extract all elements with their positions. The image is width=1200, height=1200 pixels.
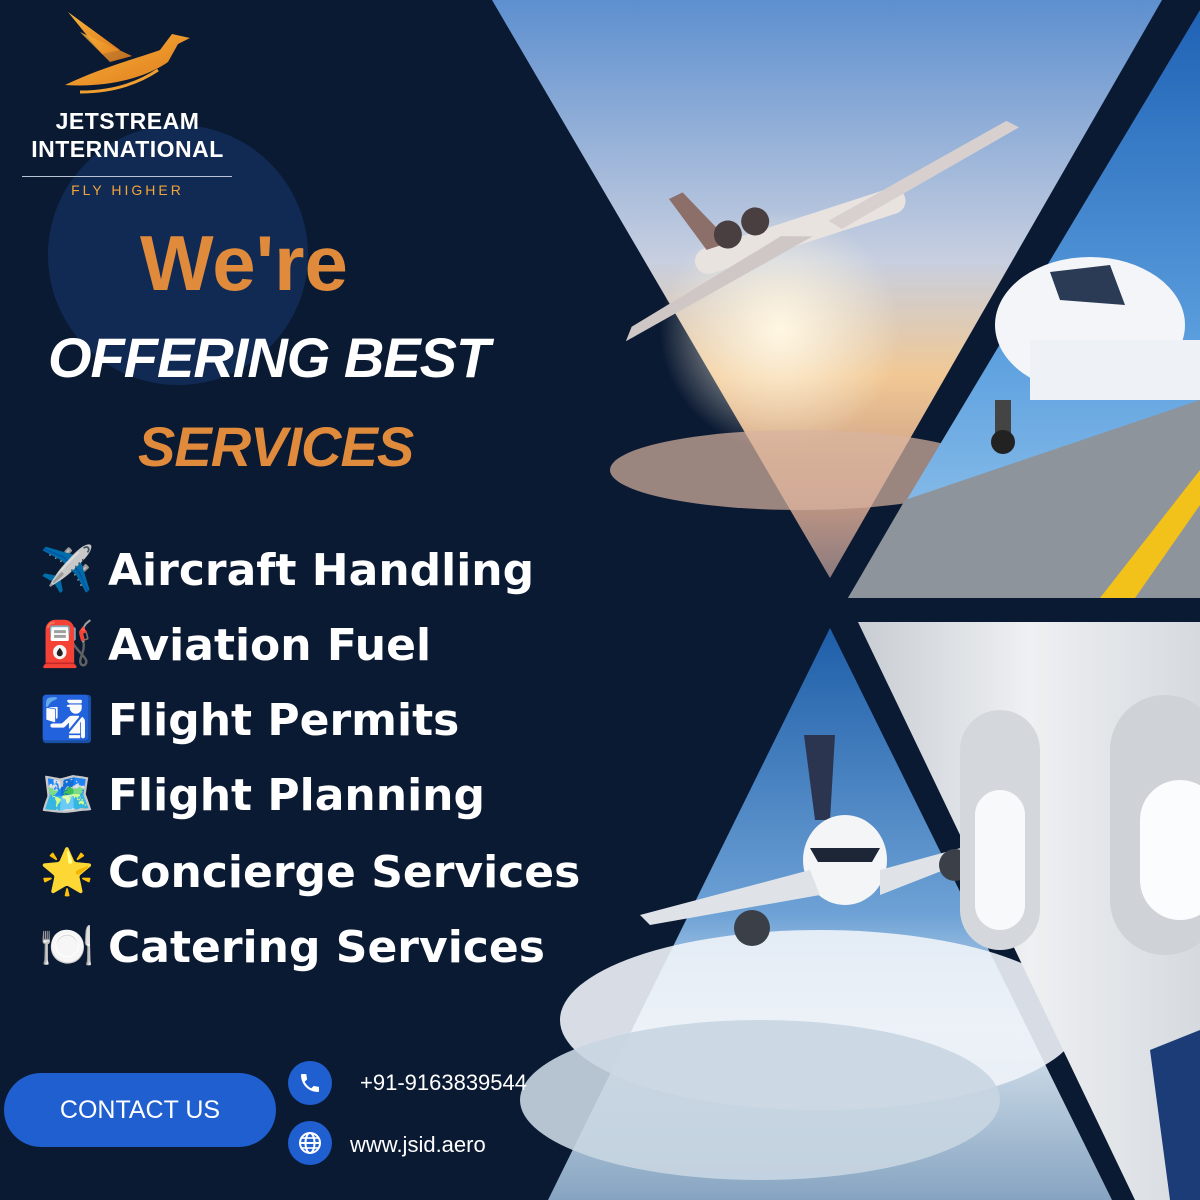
world-map-icon: 🗺️ [39, 769, 95, 820]
service-label: Concierge Services [108, 846, 581, 898]
service-item-aircraft-handling: ✈️ Aircraft Handling [38, 540, 535, 600]
service-item-flight-permits: 🛂 Flight Permits [38, 690, 460, 750]
globe-icon[interactable] [288, 1121, 332, 1165]
passport-control-icon: 🛂 [39, 694, 95, 745]
contact-us-button[interactable]: CONTACT US [4, 1073, 276, 1147]
brand-divider [22, 176, 232, 177]
service-label: Flight Planning [108, 769, 485, 821]
headline-line-3: SERVICES [138, 415, 414, 478]
service-item-flight-planning: 🗺️ Flight Planning [38, 765, 485, 825]
website-link[interactable]: www.jsid.aero [350, 1132, 486, 1158]
service-label: Flight Permits [108, 694, 460, 746]
phone-number[interactable]: +91-9163839544 [360, 1070, 527, 1096]
brand-logo: JETSTREAM INTERNATIONAL FLY HIGHER [20, 10, 235, 198]
airplane-icon: ✈️ [39, 544, 95, 595]
brand-tagline: FLY HIGHER [71, 182, 184, 198]
service-label: Aviation Fuel [108, 619, 432, 671]
service-item-aviation-fuel: ⛽ Aviation Fuel [38, 615, 431, 675]
plate-cutlery-icon: 🍽️ [39, 921, 95, 972]
headline-line-1: We're [140, 219, 348, 307]
brand-name-line-1: JETSTREAM [55, 108, 200, 134]
headline-line-2: OFFERING BEST [48, 326, 490, 389]
fuel-pump-icon: ⛽ [39, 619, 95, 670]
phone-icon[interactable] [288, 1061, 332, 1105]
service-item-concierge-services: 🌟 Concierge Services [38, 842, 581, 902]
bird-wing-icon [65, 12, 190, 94]
brand-name-line-2: INTERNATIONAL [31, 136, 224, 162]
service-label: Aircraft Handling [108, 544, 535, 596]
service-label: Catering Services [108, 921, 545, 973]
service-item-catering-services: 🍽️ Catering Services [38, 917, 545, 977]
glowing-star-icon: 🌟 [39, 846, 95, 897]
service-poster: JETSTREAM INTERNATIONAL FLY HIGHER We're… [0, 0, 1200, 1200]
